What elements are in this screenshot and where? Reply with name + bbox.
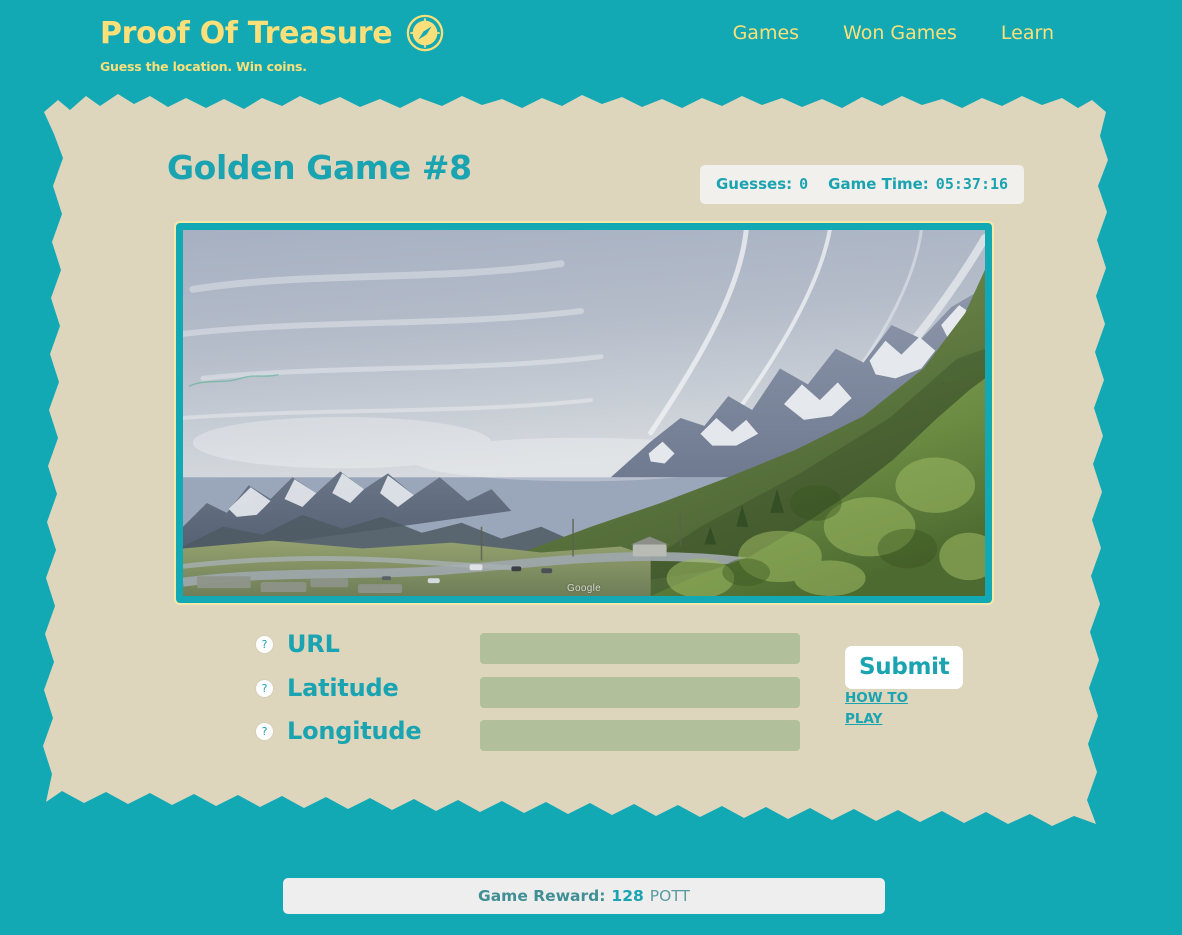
reward-label: Game Reward: (478, 887, 606, 905)
label-latitude: Latitude (287, 674, 399, 702)
page-title: Proof Of Treasure (100, 15, 393, 51)
brand-tagline: Guess the location. Win coins. (100, 59, 307, 74)
reward-value: 128 (611, 887, 644, 905)
reward-unit: POTT (649, 887, 690, 905)
brand-block: Proof Of Treasure Guess the location. Wi… (100, 14, 444, 74)
label-url: URL (287, 630, 340, 658)
compass-icon (406, 14, 444, 52)
guesses-value: 0 (799, 175, 809, 193)
google-watermark: Google (566, 583, 602, 594)
longitude-input[interactable] (480, 720, 800, 751)
form-row-longitude: ? Longitude (256, 717, 422, 745)
street-view-photo-frame[interactable]: Google (174, 221, 994, 605)
game-time-label: Game Time: (828, 175, 929, 193)
latitude-input[interactable] (480, 677, 800, 708)
help-icon-latitude[interactable]: ? (256, 679, 273, 697)
site-header: Proof Of Treasure Guess the location. Wi… (0, 0, 1182, 96)
help-icon-url[interactable]: ? (256, 635, 273, 653)
form-row-url: ? URL (256, 630, 340, 658)
help-icon-longitude[interactable]: ? (256, 722, 273, 740)
form-row-latitude: ? Latitude (256, 674, 399, 702)
guesses-label: Guesses: (716, 175, 793, 193)
nav-link-games[interactable]: Games (733, 22, 799, 44)
street-view-photo[interactable]: Google (183, 230, 985, 596)
how-to-play-link[interactable]: HOW TO PLAY (845, 688, 923, 730)
game-time-value: 05:37:16 (935, 175, 1009, 193)
game-title: Golden Game #8 (167, 148, 472, 187)
submit-button[interactable]: Submit (845, 646, 964, 689)
nav-link-won-games[interactable]: Won Games (843, 22, 957, 44)
paper-content: Golden Game #8 Guesses: 0 Game Time: 05:… (0, 90, 1182, 846)
main-nav: Games Won Games Learn (733, 22, 1054, 44)
label-longitude: Longitude (287, 717, 422, 745)
app-root: Proof Of Treasure Guess the location. Wi… (0, 0, 1182, 935)
brand-row: Proof Of Treasure (100, 14, 444, 52)
game-stats-bar: Guesses: 0 Game Time: 05:37:16 (700, 165, 1025, 204)
nav-link-learn[interactable]: Learn (1001, 22, 1054, 44)
game-reward-bar: Game Reward: 128 POTT (283, 878, 885, 914)
torn-paper-panel: Golden Game #8 Guesses: 0 Game Time: 05:… (0, 90, 1182, 846)
url-input[interactable] (480, 633, 800, 664)
